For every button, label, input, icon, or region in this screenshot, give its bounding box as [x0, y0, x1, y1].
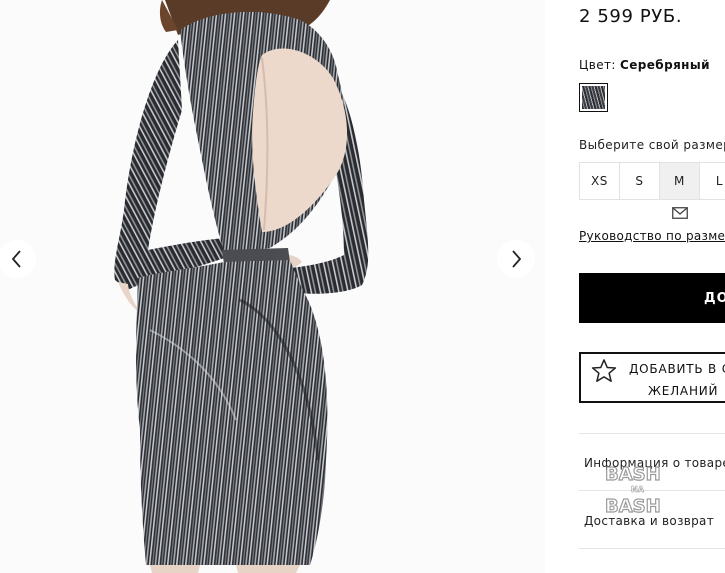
divider: [579, 433, 725, 434]
size-selector: XS S M L: [579, 162, 725, 200]
chevron-left-icon: [11, 250, 21, 268]
wishlist-label-line1: ДОБАВИТЬ В СПИСОК: [629, 362, 725, 376]
svg-text:BASH: BASH: [605, 496, 661, 517]
product-price: 2 599 РУБ.: [579, 6, 683, 27]
add-to-cart-button[interactable]: ДОБАВИТЬ: [579, 273, 725, 323]
color-value: Серебряный: [620, 58, 710, 72]
size-guide-link[interactable]: Руководство по размерам: [579, 229, 725, 243]
product-photo: [0, 0, 545, 573]
color-label: Цвет:: [579, 58, 616, 72]
envelope-icon: [672, 207, 688, 219]
svg-text:BASH: BASH: [605, 464, 661, 485]
svg-text:NA: NA: [631, 485, 645, 494]
notify-button[interactable]: [672, 204, 688, 223]
add-to-wishlist-button[interactable]: ДОБАВИТЬ В СПИСОК ЖЕЛАНИЙ: [579, 352, 725, 403]
size-option-s[interactable]: S: [619, 162, 660, 200]
divider: [579, 548, 725, 549]
wishlist-label-line2: ЖЕЛАНИЙ: [648, 384, 719, 398]
chevron-right-icon: [512, 250, 522, 268]
watermark-logo: BASH NA BASH: [604, 463, 661, 517]
size-label: Выберите свой размер:: [579, 138, 725, 152]
color-row: Цвет: Серебряный: [579, 58, 710, 72]
size-option-xs[interactable]: XS: [579, 162, 620, 200]
product-gallery: [0, 0, 545, 573]
size-option-m[interactable]: M: [659, 162, 700, 200]
star-icon: [591, 359, 617, 383]
color-swatch[interactable]: [579, 83, 608, 112]
gallery-next-button[interactable]: [497, 240, 535, 278]
size-option-l[interactable]: L: [699, 162, 725, 200]
